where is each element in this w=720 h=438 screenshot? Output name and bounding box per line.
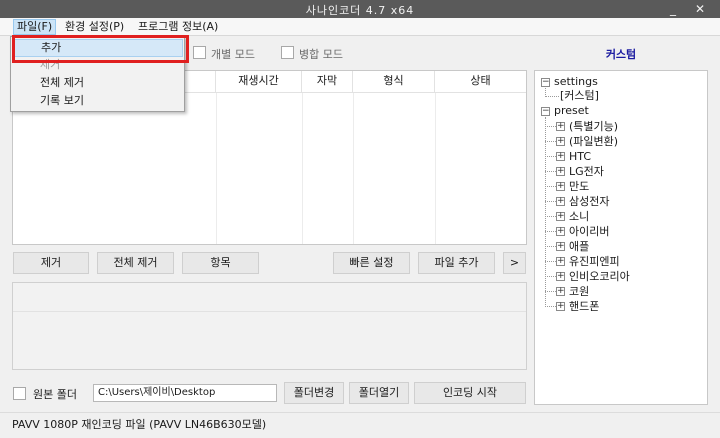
- tree-node-preset-item[interactable]: 핸드폰: [569, 299, 599, 314]
- tree-line: [545, 291, 556, 292]
- column-divider: [353, 93, 354, 244]
- tree-node-custom[interactable]: [커스텀]: [560, 88, 599, 103]
- expand-icon[interactable]: +: [556, 242, 565, 251]
- tree-node-preset-item[interactable]: 유진피엔피: [569, 254, 620, 269]
- tree-line: [545, 216, 556, 217]
- tree-node-preset-item[interactable]: 소니: [569, 209, 589, 224]
- tree-line: [545, 141, 556, 142]
- tree-line: [545, 126, 556, 127]
- expand-icon[interactable]: +: [556, 122, 565, 131]
- column-divider: [216, 93, 217, 244]
- tree-line: [545, 201, 556, 202]
- tree-line: [545, 306, 556, 307]
- preset-panel-title: 커스텀: [605, 48, 637, 61]
- tree-node-preset-item[interactable]: LG전자: [569, 164, 604, 179]
- tree-line: [545, 96, 559, 97]
- source-folder-checkbox[interactable]: [13, 387, 26, 400]
- expand-icon[interactable]: +: [556, 212, 565, 221]
- individual-mode-label: 개별 모드: [211, 48, 255, 61]
- log-panel: [12, 282, 527, 370]
- merge-mode-label: 병합 모드: [299, 48, 343, 61]
- expand-icon[interactable]: +: [556, 167, 565, 176]
- tree-line: [545, 156, 556, 157]
- collapse-icon[interactable]: −: [541, 107, 550, 116]
- window-title: 사나인코더 4.7 x64: [305, 4, 415, 17]
- menu-about[interactable]: 프로그램 정보(A): [135, 19, 221, 35]
- tree-line: [545, 246, 556, 247]
- table-header-status[interactable]: 상태: [435, 71, 526, 93]
- expand-icon[interactable]: +: [556, 257, 565, 266]
- tree-node-preset-item[interactable]: 애플: [569, 239, 589, 254]
- expand-icon[interactable]: +: [556, 302, 565, 311]
- open-folder-button[interactable]: 폴더열기: [349, 382, 409, 404]
- collapse-icon[interactable]: −: [541, 78, 550, 87]
- quick-settings-button[interactable]: 빠른 설정: [333, 252, 410, 274]
- tree-node-preset-item[interactable]: (파일변환): [569, 134, 618, 149]
- column-divider: [435, 93, 436, 244]
- menu-settings[interactable]: 환경 설정(P): [62, 19, 127, 35]
- expand-icon[interactable]: +: [556, 152, 565, 161]
- tree-node-preset[interactable]: preset: [554, 103, 589, 118]
- menu-item-remove-all[interactable]: 전체 제거: [13, 74, 183, 92]
- highlight-box: [12, 35, 189, 63]
- individual-mode-checkbox[interactable]: [193, 46, 206, 59]
- tree-node-preset-item[interactable]: HTC: [569, 149, 591, 164]
- minimize-button[interactable]: _: [661, 1, 685, 17]
- close-button[interactable]: ✕: [688, 1, 712, 17]
- table-header-duration[interactable]: 재생시간: [216, 71, 302, 93]
- change-folder-button[interactable]: 폴더변경: [284, 382, 344, 404]
- output-path-input[interactable]: C:\Users\제이비\Desktop: [93, 384, 277, 402]
- tree-line: [545, 261, 556, 262]
- tree-line: [545, 231, 556, 232]
- remove-all-button[interactable]: 전체 제거: [97, 252, 174, 274]
- tree-node-settings[interactable]: settings: [554, 74, 598, 89]
- tree-node-preset-item[interactable]: 삼성전자: [569, 194, 609, 209]
- expand-icon[interactable]: +: [556, 287, 565, 296]
- table-header-subtitle[interactable]: 자막: [302, 71, 353, 93]
- tree-line: [545, 276, 556, 277]
- expand-icon[interactable]: +: [556, 182, 565, 191]
- column-divider: [302, 93, 303, 244]
- status-text: PAVV 1080P 재인코딩 파일 (PAVV LN46B630모델): [12, 418, 267, 431]
- items-button[interactable]: 항목: [182, 252, 259, 274]
- more-button[interactable]: >: [503, 252, 526, 274]
- tree-line: [545, 171, 556, 172]
- merge-mode-checkbox[interactable]: [281, 46, 294, 59]
- remove-button[interactable]: 제거: [13, 252, 89, 274]
- log-divider: [13, 311, 526, 312]
- expand-icon[interactable]: +: [556, 197, 565, 206]
- menu-file[interactable]: 파일(F): [13, 19, 57, 35]
- expand-icon[interactable]: +: [556, 137, 565, 146]
- title-bar: 사나인코더 4.7 x64 _ ✕: [0, 0, 720, 18]
- start-encoding-button[interactable]: 인코딩 시작: [414, 382, 526, 404]
- add-file-button[interactable]: 파일 추가: [418, 252, 495, 274]
- table-header-format[interactable]: 형식: [353, 71, 435, 93]
- source-folder-label: 원본 폴더: [33, 388, 77, 401]
- menu-item-view-log[interactable]: 기록 보기: [13, 92, 183, 110]
- tree-line: [545, 186, 556, 187]
- tree-node-preset-item[interactable]: 아이리버: [569, 224, 609, 239]
- preset-tree[interactable]: − settings [커스텀] − preset + (특별기능) + (파일변환)…: [534, 70, 708, 405]
- expand-icon[interactable]: +: [556, 227, 565, 236]
- tree-node-preset-item[interactable]: (특별기능): [569, 119, 618, 134]
- tree-node-preset-item[interactable]: 만도: [569, 179, 589, 194]
- tree-node-preset-item[interactable]: 인비오코리아: [569, 269, 630, 284]
- menu-bar: 파일(F) 환경 설정(P) 프로그램 정보(A): [0, 18, 720, 36]
- tree-node-preset-item[interactable]: 코원: [569, 284, 589, 299]
- status-bar: PAVV 1080P 재인코딩 파일 (PAVV LN46B630모델): [0, 412, 720, 438]
- expand-icon[interactable]: +: [556, 272, 565, 281]
